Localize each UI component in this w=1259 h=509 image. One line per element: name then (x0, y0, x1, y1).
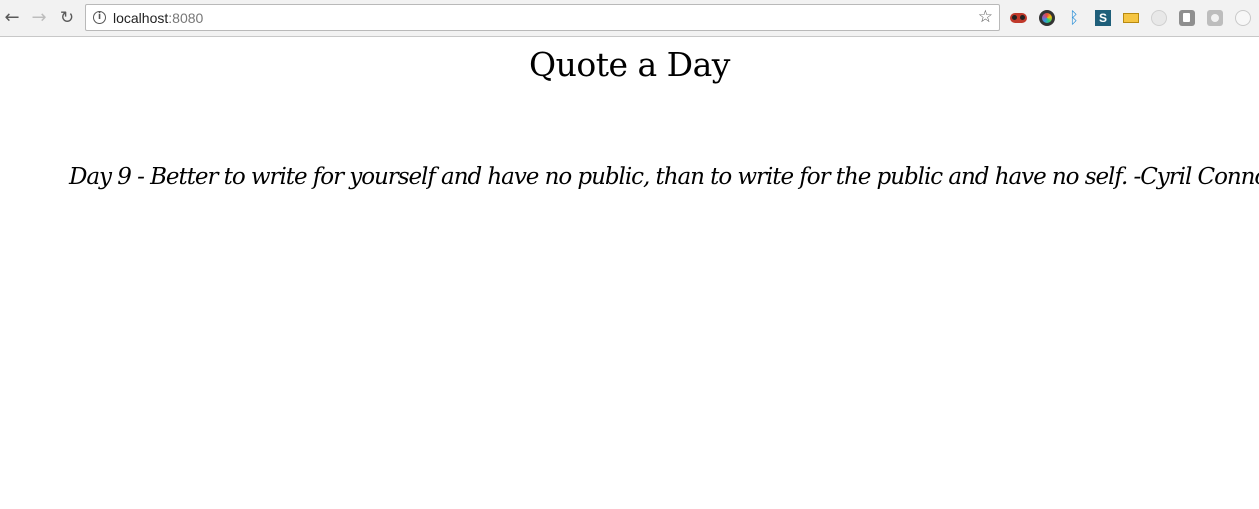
incognito-mask-extension-icon[interactable] (1010, 13, 1027, 23)
url-text[interactable]: localhost:8080 (113, 10, 203, 26)
ruler-extension-icon[interactable] (1123, 13, 1139, 23)
forward-arrow-icon[interactable]: → (29, 8, 49, 28)
page-title: Quote a Day (529, 45, 730, 84)
browser-toolbar: ← → ↻ i localhost:8080 ☆ ᛒ S (0, 0, 1259, 37)
menu-extension-icon[interactable] (1235, 10, 1251, 26)
address-bar[interactable]: i localhost:8080 ☆ (85, 4, 1000, 31)
color-wheel-extension-icon[interactable] (1039, 10, 1055, 26)
reload-icon[interactable]: ↻ (57, 8, 77, 28)
quote-text: Day 9 - Better to write for yourself and… (69, 164, 1259, 190)
bluetooth-extension-icon[interactable]: ᛒ (1067, 10, 1081, 26)
grey-circle-extension-icon[interactable] (1151, 10, 1167, 26)
url-port: :8080 (168, 10, 204, 26)
back-arrow-icon[interactable]: ← (2, 8, 22, 28)
info-icon[interactable]: i (93, 11, 106, 24)
url-host: localhost (113, 10, 169, 26)
s-extension-icon[interactable]: S (1095, 10, 1111, 26)
camera-extension-icon[interactable] (1207, 10, 1223, 26)
grey-square-extension-icon[interactable] (1179, 10, 1195, 26)
star-icon[interactable]: ☆ (978, 7, 993, 27)
